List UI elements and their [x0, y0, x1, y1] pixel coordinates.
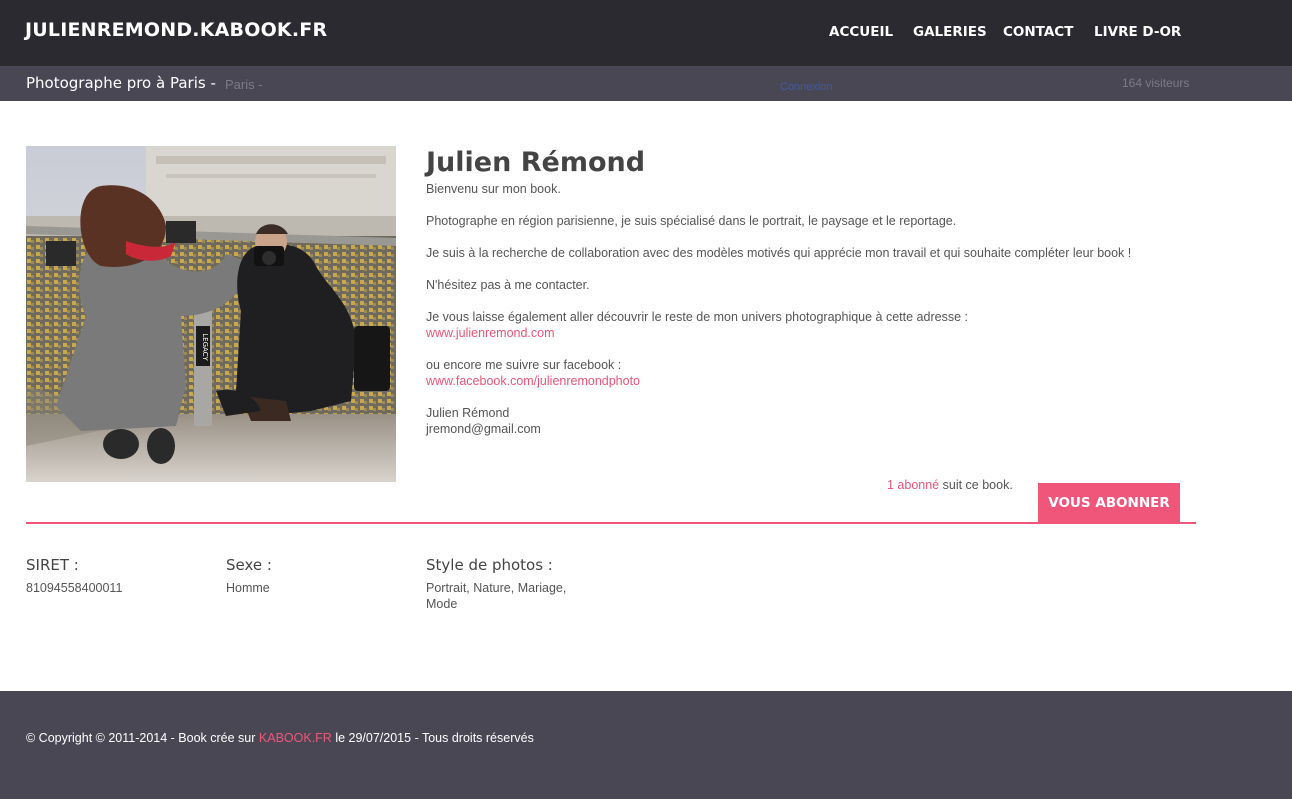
photo-legacy-text: LEGACY [201, 333, 209, 361]
visitor-count: 164 visiteurs [1122, 76, 1190, 90]
website-link[interactable]: www.julienremond.com [426, 326, 555, 340]
city-label: Paris - [225, 77, 263, 92]
main-nav: ACCUEIL GALERIES CONTACT LIVRE D-OR [0, 24, 1292, 44]
login-link[interactable]: Connexion [780, 81, 833, 93]
facebook-intro-text: ou encore me suivre sur facebook : [426, 358, 622, 372]
copyright-prefix: © Copyright © 2011-2014 - Book crée sur [26, 731, 256, 745]
sexe-label: Sexe : [226, 556, 272, 574]
style-value: Portrait, Nature, Mariage, Mode [426, 581, 567, 611]
sexe-value: Homme [226, 581, 270, 595]
sexe-block: Sexe : Homme [226, 555, 386, 596]
subscriber-info: 1 abonné suit ce book. [887, 478, 1013, 492]
style-label: Style de photos : [426, 556, 553, 574]
signature: Julien Rémond jremond@gmail.com [426, 405, 1196, 437]
copyright-suffix: le 29/07/2015 - Tous droits réservés [335, 731, 534, 745]
website-paragraph: Je vous laisse également aller découvrir… [426, 309, 1196, 341]
siret-block: SIRET : 81094558400011 [26, 555, 186, 596]
signature-name: Julien Rémond [426, 406, 510, 420]
signature-email: jremond@gmail.com [426, 422, 541, 436]
page-subtitle: Photographe pro à Paris - [26, 74, 216, 92]
profile-content: Julien Rémond Bienvenu sur mon book. Pho… [426, 146, 1196, 437]
welcome-text: Bienvenu sur mon book. [426, 182, 561, 196]
profile-name: Julien Rémond [426, 147, 646, 178]
subscribe-button[interactable]: VOUS ABONNER [1038, 483, 1180, 523]
subscriber-suffix: suit ce book. [942, 478, 1013, 492]
nav-contact[interactable]: CONTACT [1003, 24, 1073, 40]
section-divider [26, 522, 1196, 524]
siret-label: SIRET : [26, 556, 79, 574]
kabook-link[interactable]: KABOOK.FR [259, 731, 332, 745]
intro-text: Photographe en région parisienne, je sui… [426, 214, 957, 228]
nav-accueil[interactable]: ACCUEIL [829, 24, 893, 40]
footer: © Copyright © 2011-2014 - Book crée sur … [0, 691, 1292, 799]
website-intro-text: Je vous laisse également aller découvrir… [426, 310, 968, 324]
nav-galeries[interactable]: GALERIES [913, 24, 987, 40]
subscriber-count: 1 abonné [887, 478, 940, 492]
style-block: Style de photos : Portrait, Nature, Mari… [426, 555, 586, 612]
profile-photo: LEGACY [26, 146, 396, 482]
copyright-text: © Copyright © 2011-2014 - Book crée sur … [26, 731, 534, 745]
contact-prompt-text: N'hésitez pas à me contacter. [426, 278, 590, 292]
facebook-paragraph: ou encore me suivre sur facebook : www.f… [426, 357, 1196, 389]
top-navbar: JULIENREMOND.KABOOK.FR ACCUEIL GALERIES … [0, 0, 1292, 66]
subheader-bar: Photographe pro à Paris - Paris - Connex… [0, 66, 1292, 101]
nav-livre-dor[interactable]: LIVRE D-OR [1094, 24, 1181, 40]
facebook-link[interactable]: www.facebook.com/julienremondphoto [426, 374, 640, 388]
collaboration-text: Je suis à la recherche de collaboration … [426, 246, 1132, 260]
siret-value: 81094558400011 [26, 581, 123, 595]
